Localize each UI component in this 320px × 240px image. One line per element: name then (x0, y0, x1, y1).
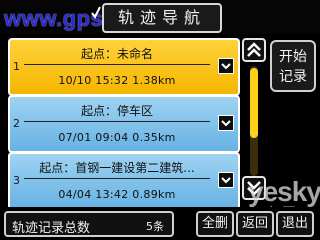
start-record-label-1: 开始 (279, 49, 307, 65)
total-count: 5条 (146, 220, 164, 233)
track-info: 07/01 09:04 0.35km (58, 131, 176, 144)
track-index: 3 (13, 174, 20, 187)
delete-all-button[interactable]: 全删 (196, 211, 234, 237)
divider (24, 64, 210, 65)
page-title: 轨迹导航 (102, 3, 222, 33)
title-bar: www.gpsuu.com 轨迹导航 (0, 0, 320, 34)
double-chevron-up-icon (247, 42, 261, 57)
track-name: 起点：首钢一建设第二建筑... (39, 161, 195, 175)
track-total-box: 轨迹记录总数 5条 (4, 211, 174, 237)
check-icon (91, 6, 101, 19)
divider (24, 178, 210, 179)
track-index: 1 (13, 60, 20, 73)
start-record-label-2: 记录 (279, 69, 307, 85)
scroll-up-button[interactable] (242, 38, 266, 62)
bottom-bar: 轨迹记录总数 5条 全删 返回 退出 (0, 207, 320, 240)
divider (24, 121, 210, 122)
track-name: 起点：停车区 (80, 104, 153, 118)
track-navigation-screen: www.gpsuu.com 轨迹导航 1 起点：未命名 10/10 15:32 … (0, 0, 320, 240)
track-dropdown-button[interactable] (218, 172, 234, 188)
track-info: 04/04 13:42 0.89km (58, 188, 176, 201)
start-record-button[interactable]: 开始 记录 (270, 40, 316, 92)
chevron-down-icon (221, 120, 231, 127)
track-item-2[interactable]: 2 起点：停车区 07/01 09:04 0.35km (8, 95, 240, 153)
track-dropdown-button[interactable] (218, 58, 234, 74)
track-info: 10/10 15:32 1.38km (58, 74, 176, 87)
total-label: 轨迹记录总数 (12, 221, 91, 236)
scrollbar-thumb[interactable] (250, 68, 258, 138)
track-dropdown-button[interactable] (218, 115, 234, 131)
chevron-down-icon (221, 63, 231, 70)
exit-button[interactable]: 退出 (276, 211, 314, 237)
chevron-down-icon (221, 177, 231, 184)
track-name: 起点：未命名 (80, 47, 153, 61)
track-item-3[interactable]: 3 起点：首钢一建设第二建筑... 04/04 13:42 0.89km (8, 152, 240, 210)
back-button[interactable]: 返回 (236, 211, 274, 237)
track-index: 2 (13, 117, 20, 130)
track-item-1[interactable]: 1 起点：未命名 10/10 15:32 1.38km (8, 38, 240, 96)
